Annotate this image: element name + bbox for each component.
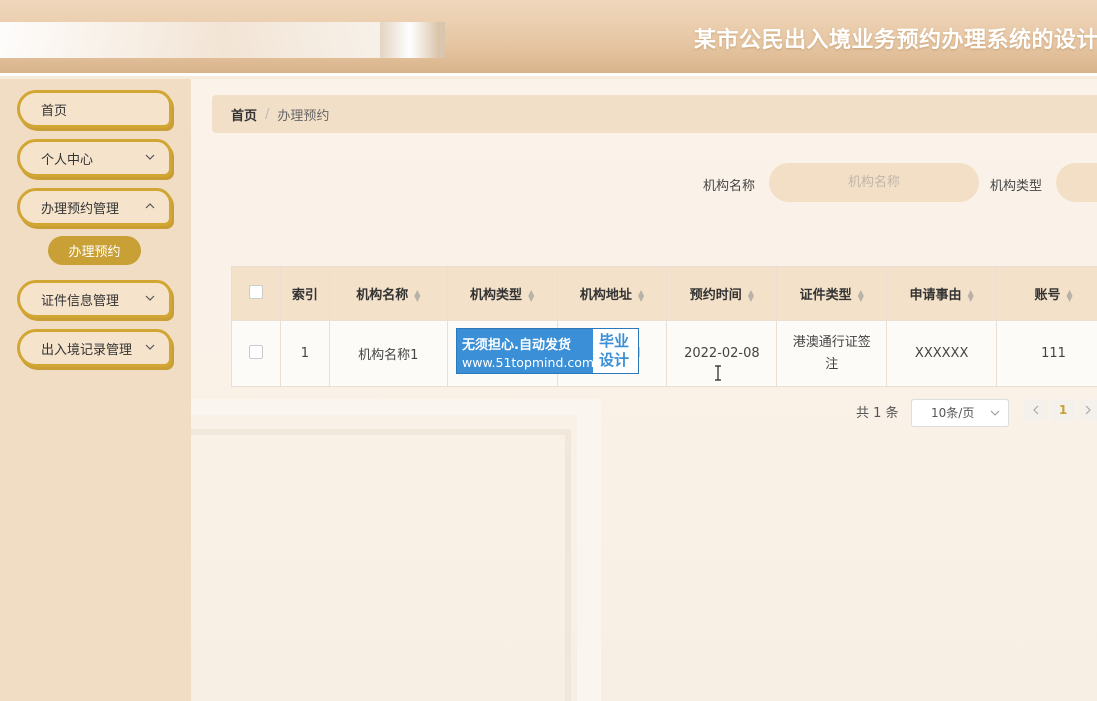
chevron-up-icon: [145, 201, 155, 211]
chevron-left-icon: [1033, 405, 1039, 415]
sort-icon[interactable]: ▲ ▼: [528, 288, 534, 302]
sidebar-item-label: 个人中心: [41, 152, 94, 168]
sidebar-item-certificate-management[interactable]: 证件信息管理: [17, 280, 172, 318]
sort-icon[interactable]: ▲ ▼: [748, 288, 754, 302]
select-all-cell: [231, 266, 281, 321]
background-frame-decoration: [191, 429, 571, 701]
breadcrumb-home[interactable]: 首页: [231, 105, 257, 124]
watermark-text: 无须担心.自动发货 www.51topmind.com: [457, 329, 595, 373]
row-select-cell: [231, 320, 281, 387]
page-size-select[interactable]: 10条/页: [911, 399, 1009, 427]
cell-cert: 港澳通行证签注: [776, 320, 888, 387]
sidebar-item-label: 首页: [41, 103, 68, 119]
sidebar: 首页 个人中心 办理预约管理 办理预约 证件信息管理 出入境记录管理: [0, 79, 191, 701]
prev-page-button[interactable]: [1024, 399, 1048, 421]
column-header-reason[interactable]: 申请事由 ▲ ▼: [886, 266, 998, 321]
table-row[interactable]: 1 机构名称1 l 2022-02-08 港澳通行证签注 XXXXXX 111: [231, 320, 1097, 387]
column-header-name[interactable]: 机构名称 ▲ ▼: [328, 266, 448, 321]
search-type-input[interactable]: [1056, 163, 1097, 202]
search-type-label: 机构类型: [990, 179, 1043, 194]
chevron-down-icon: [990, 401, 1000, 436]
sort-icon[interactable]: ▲ ▼: [1066, 288, 1072, 302]
chevron-down-icon: [145, 293, 155, 303]
sort-icon[interactable]: ▲ ▼: [414, 288, 420, 302]
watermark-banner: 无须担心.自动发货 www.51topmind.com 毕业 设计: [456, 328, 639, 374]
main-content: 首页 / 办理预约 机构名称 机构类型 索引 机构名称▲▼ 机构类型▲▼ 机构地…: [191, 79, 1097, 701]
watermark-line2: www.51topmind.com: [462, 355, 595, 370]
sort-icon[interactable]: ▲ ▼: [858, 288, 864, 302]
column-header-account[interactable]: 账号 ▲ ▼: [996, 266, 1097, 321]
header-decoration-accent: [380, 22, 440, 58]
cell-account: 111: [996, 320, 1097, 387]
breadcrumb: 首页 / 办理预约: [212, 95, 1097, 133]
column-header-cert[interactable]: 证件类型 ▲ ▼: [776, 266, 888, 321]
text-cursor-icon: [715, 365, 721, 381]
watermark-badge: 毕业 设计: [593, 329, 638, 373]
page-number-button[interactable]: 1: [1051, 399, 1075, 421]
row-checkbox[interactable]: [248, 344, 263, 359]
sidebar-item-appointment-management[interactable]: 办理预约管理: [17, 188, 172, 226]
page-size-value: 10条/页: [931, 406, 975, 420]
column-header-address[interactable]: 机构地址 ▲ ▼: [556, 266, 668, 321]
sort-icon[interactable]: ▲ ▼: [638, 288, 644, 302]
breadcrumb-separator: /: [265, 106, 270, 122]
app-title: 某市公民出入境业务预约办理系统的设计: [694, 28, 1097, 53]
sort-icon[interactable]: ▲ ▼: [968, 288, 974, 302]
sidebar-item-personal-center[interactable]: 个人中心: [17, 139, 172, 177]
column-header-time[interactable]: 预约时间 ▲ ▼: [666, 266, 778, 321]
sidebar-item-entry-exit-records[interactable]: 出入境记录管理: [17, 329, 172, 367]
header-decoration: [0, 22, 445, 58]
breadcrumb-current: 办理预约: [277, 108, 330, 124]
sidebar-subitem-appointment[interactable]: 办理预约: [48, 236, 141, 265]
next-page-button[interactable]: [1079, 399, 1097, 421]
pager-total: 共 1 条: [856, 406, 899, 421]
cell-name: 机构名称1: [328, 320, 448, 387]
chevron-right-icon: [1085, 405, 1091, 415]
table-header-row: 索引 机构名称 ▲ ▼ 机构类型 ▲ ▼ 机构地址 ▲ ▼ 预约时间 ▲ ▼ 证件类型 ▲ ▼ 申请…: [231, 266, 1097, 321]
search-name-input[interactable]: [769, 163, 979, 202]
column-header-type[interactable]: 机构类型 ▲ ▼: [446, 266, 558, 321]
app-header: 某市公民出入境业务预约办理系统的设计: [0, 0, 1097, 76]
watermark-line1: 无须担心.自动发货: [462, 338, 571, 353]
sidebar-item-label: 办理预约管理: [41, 201, 120, 217]
sidebar-item-home[interactable]: 首页: [17, 90, 172, 128]
search-name-label: 机构名称: [703, 179, 756, 194]
cell-reason: XXXXXX: [886, 320, 998, 387]
sidebar-item-label: 证件信息管理: [41, 293, 120, 309]
chevron-down-icon: [145, 152, 155, 162]
column-header-index: 索引: [279, 266, 330, 321]
cell-index: 1: [279, 320, 330, 387]
sidebar-item-label: 出入境记录管理: [41, 342, 133, 358]
appointment-table: 索引 机构名称 ▲ ▼ 机构类型 ▲ ▼ 机构地址 ▲ ▼ 预约时间 ▲ ▼ 证件类型 ▲ ▼ 申请…: [231, 266, 1097, 387]
chevron-down-icon: [145, 342, 155, 352]
select-all-checkbox[interactable]: [248, 284, 263, 299]
